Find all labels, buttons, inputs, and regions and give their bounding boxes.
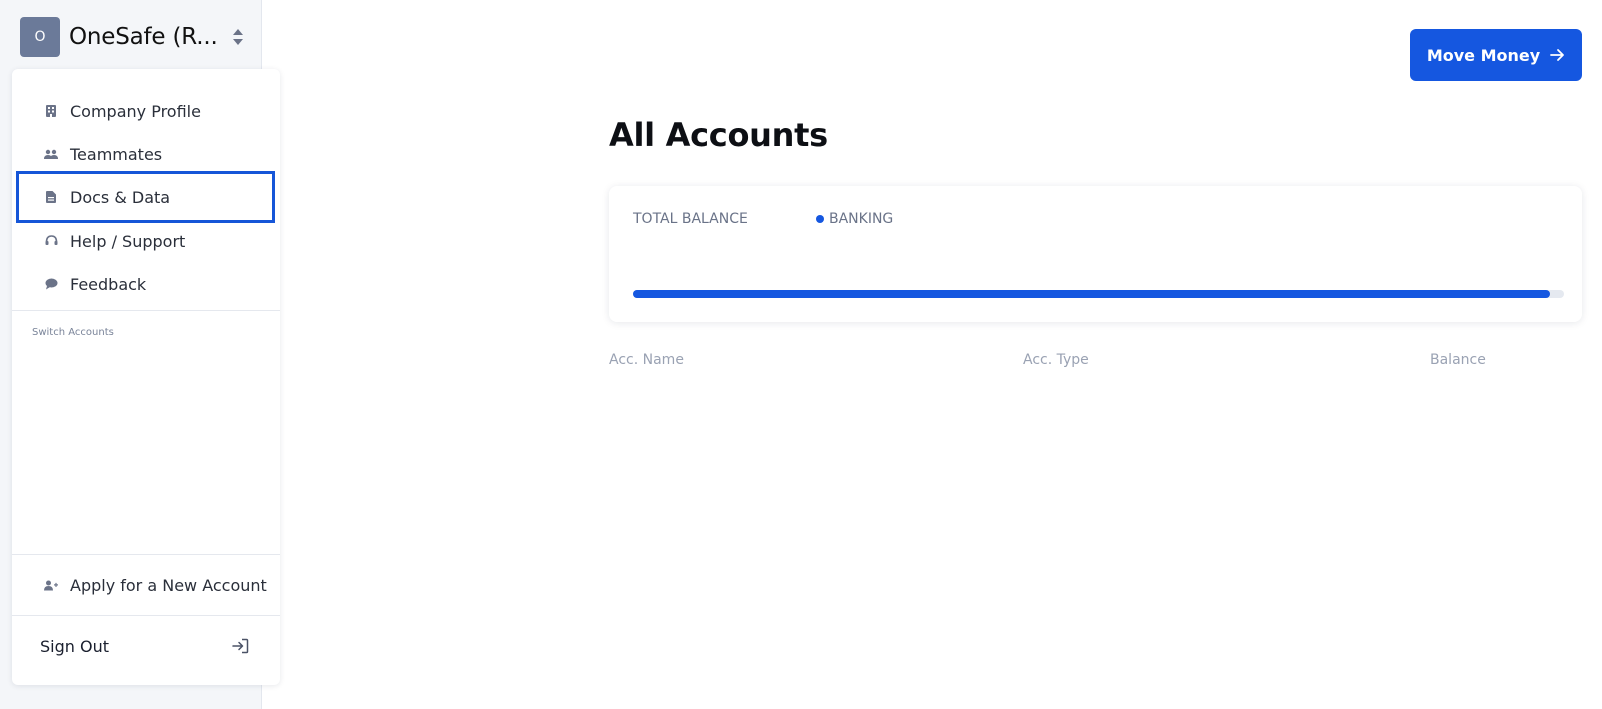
menu-divider xyxy=(12,554,280,555)
page-title: All Accounts xyxy=(609,116,828,154)
arrow-right-icon xyxy=(1550,49,1565,61)
sidebar: O OneSafe (R... Company Profile Teammate… xyxy=(0,0,280,709)
headset-icon xyxy=(44,234,58,248)
org-avatar: O xyxy=(20,17,60,57)
apply-label: Apply for a New Account xyxy=(70,575,267,595)
balance-bar-banking xyxy=(633,290,1551,298)
menu-item-label: Help / Support xyxy=(70,231,186,251)
move-money-button[interactable]: Move Money xyxy=(1410,29,1582,81)
users-icon xyxy=(44,147,58,161)
chat-bubble-icon xyxy=(44,277,58,291)
org-switcher[interactable]: O OneSafe (R... xyxy=(20,17,250,57)
sign-out-button[interactable]: Sign Out xyxy=(16,624,275,668)
menu-item-label: Feedback xyxy=(70,274,147,294)
menu-item-teammates[interactable]: Teammates xyxy=(16,132,275,176)
add-user-icon xyxy=(44,578,58,592)
account-menu: Company Profile Teammates Docs & Data He… xyxy=(12,69,280,685)
col-header-balance: Balance xyxy=(1430,352,1486,368)
menu-item-feedback[interactable]: Feedback xyxy=(16,262,275,306)
sort-chevron-icon xyxy=(233,29,243,45)
menu-item-label: Docs & Data xyxy=(70,187,171,207)
legend-banking: BANKING xyxy=(816,211,893,227)
col-header-acc-name: Acc. Name xyxy=(609,352,684,368)
building-icon xyxy=(44,104,58,118)
menu-item-company-profile[interactable]: Company Profile xyxy=(16,89,275,133)
balance-bar-track xyxy=(633,290,1564,298)
switch-accounts-label: Switch Accounts xyxy=(32,327,114,338)
document-icon xyxy=(44,190,58,204)
move-money-label: Move Money xyxy=(1426,45,1541,65)
sign-in-arrow-icon xyxy=(232,638,249,654)
menu-item-label: Company Profile xyxy=(70,101,201,121)
menu-item-help-support[interactable]: Help / Support xyxy=(16,219,275,263)
total-balance-label: TOTAL BALANCE xyxy=(633,211,748,227)
sign-out-label: Sign Out xyxy=(40,636,109,656)
legend-label: BANKING xyxy=(829,211,894,227)
menu-item-label: Teammates xyxy=(70,144,163,164)
col-header-acc-type: Acc. Type xyxy=(1023,352,1089,368)
menu-divider xyxy=(12,310,280,311)
org-name: OneSafe (R... xyxy=(69,24,218,50)
menu-item-docs-data[interactable]: Docs & Data xyxy=(16,171,275,223)
apply-new-account-button[interactable]: Apply for a New Account xyxy=(16,563,275,607)
legend-dot xyxy=(816,215,824,223)
balance-card: TOTAL BALANCE BANKING xyxy=(609,186,1582,322)
menu-divider xyxy=(12,615,280,616)
